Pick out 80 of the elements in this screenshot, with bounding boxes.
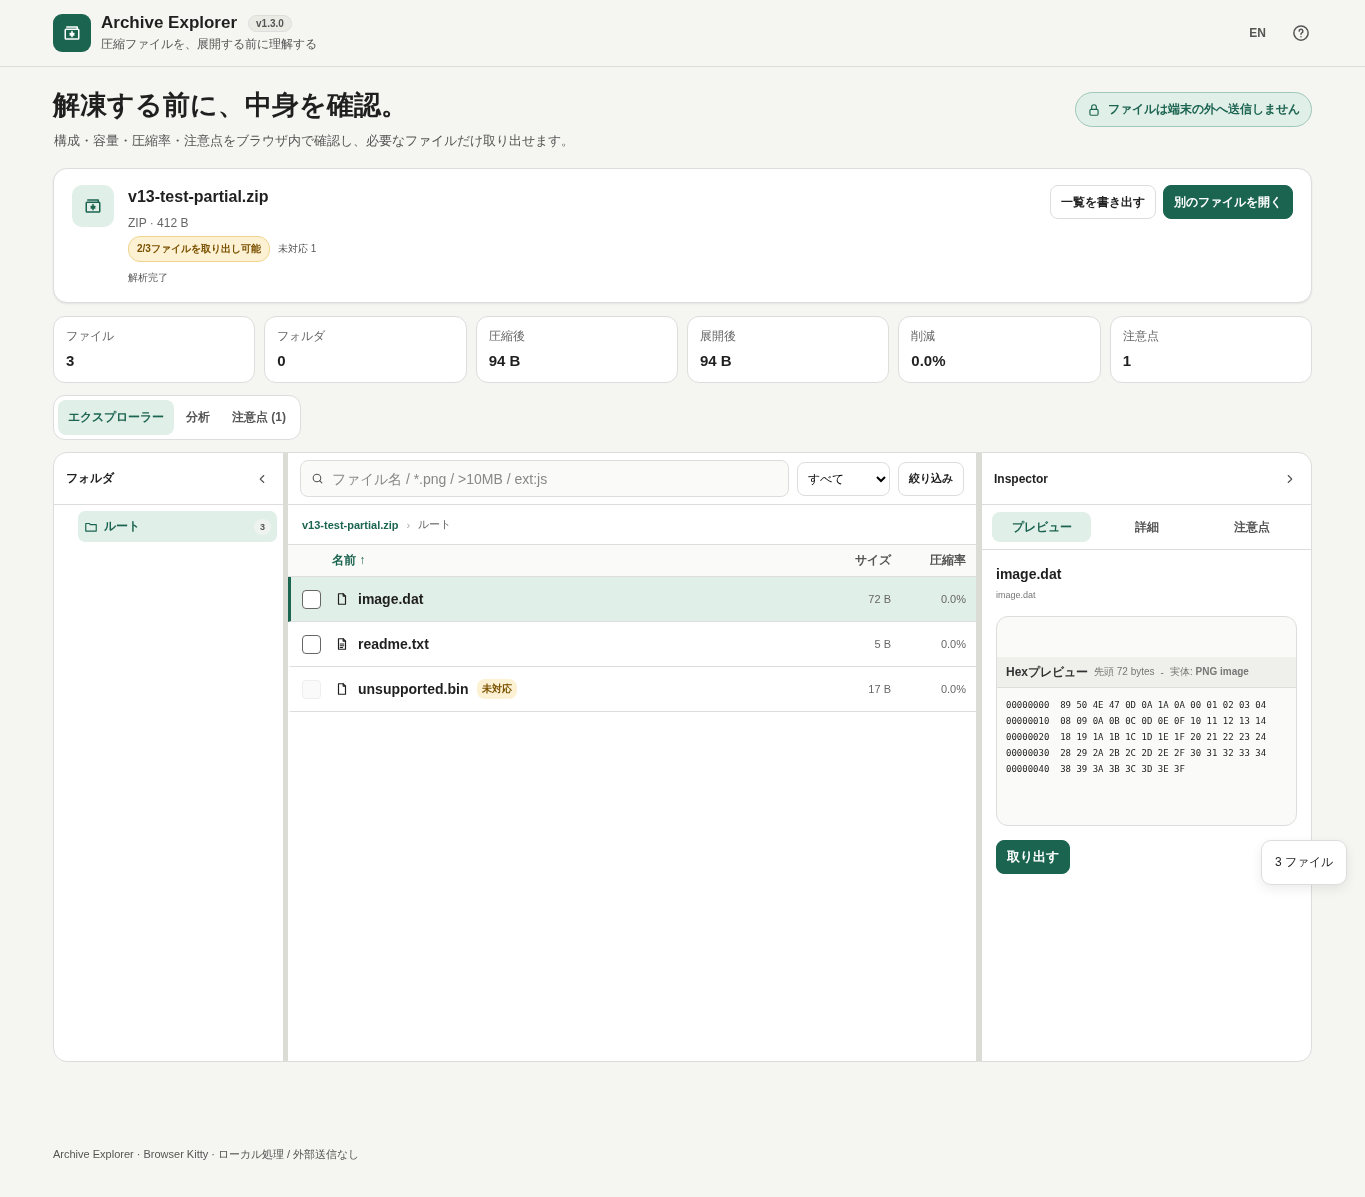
size-cell-text: 72 B xyxy=(867,593,891,605)
inspector-file-path: image.dat xyxy=(996,590,1037,600)
archive-meta: ZIP · 412 B xyxy=(128,216,190,230)
ratio-cell-text: 0.0% xyxy=(939,638,966,650)
folder-count: 3 xyxy=(254,518,271,535)
breadcrumb-separator: › xyxy=(406,518,411,531)
privacy-badge: ファイルは端末の外へ送信しません xyxy=(1075,92,1312,127)
file-name: image.dat xyxy=(358,591,424,607)
column-header[interactable]: サイズ xyxy=(801,552,891,569)
hex-line: 00000030 28 29 2A 2B 2C 2D 2E 2F 30 31 32 33 34 xyxy=(1006,747,1267,760)
view-tab[interactable]: エクスプローラー xyxy=(58,400,174,435)
search-field[interactable]: ファイル名 / *.png / >10MB / ext:js xyxy=(300,460,789,497)
inspector-file-name: image.dat xyxy=(996,566,1063,582)
file-icon xyxy=(335,592,349,606)
archive-name: v13-test-partial.zip xyxy=(128,188,270,206)
stat-label: ファイル xyxy=(66,328,115,345)
size-cell-text: 5 B xyxy=(873,638,891,650)
extract-button[interactable]: 取り出す xyxy=(996,840,1070,874)
extractable-badge: 2/3ファイルを取り出し可能 xyxy=(128,236,270,262)
hex-line: 00000010 08 09 0A 0B 0C 0D 0E 0F 10 11 12 13 14 xyxy=(1006,715,1267,728)
inspector-tab[interactable]: 注意点 xyxy=(1202,512,1301,542)
stat-label: 注意点 xyxy=(1122,328,1160,345)
view-tab[interactable]: 注意点 (1) xyxy=(222,400,296,435)
column-header[interactable]: 名前 ↑ xyxy=(332,552,801,569)
row-checkbox[interactable] xyxy=(302,634,321,654)
inspector-tab[interactable]: 詳細 xyxy=(1097,512,1196,542)
archive-box-icon xyxy=(84,197,102,215)
export-list-button[interactable]: 一覧を書き出す xyxy=(1050,185,1156,219)
stat-value: 94 B xyxy=(488,352,522,369)
file-row[interactable]: image.dat 72 B 0.0% xyxy=(288,577,976,622)
app-title: Archive Explorer xyxy=(101,13,238,33)
file-name: unsupported.bin xyxy=(358,681,469,697)
file-icon xyxy=(335,682,349,696)
help-icon xyxy=(1292,24,1310,42)
stat-value: 0 xyxy=(277,352,287,369)
text-file-icon xyxy=(335,637,349,651)
filter-button[interactable]: 絞り込み xyxy=(898,461,964,496)
stat-label: 展開後 xyxy=(700,328,737,345)
breadcrumb-link[interactable]: v13-test-partial.zip xyxy=(302,518,399,531)
file-name: readme.txt xyxy=(358,636,429,652)
open-file-button[interactable]: 別のファイルを開く xyxy=(1163,185,1293,219)
stat-label: フォルダ xyxy=(277,328,327,345)
language-button[interactable]: EN xyxy=(1243,25,1272,41)
stat-value: 94 B xyxy=(700,352,733,369)
hex-line: 00000000 89 50 4E 47 0D 0A 1A 0A 00 01 02 03 04 xyxy=(1006,699,1267,712)
inspector-tab[interactable]: プレビュー xyxy=(992,512,1091,542)
selection-count-popup: 3 ファイル xyxy=(1261,840,1347,885)
hex-line: 00000040 38 39 3A 3B 3C 3D 3E 3F xyxy=(1006,763,1185,776)
version-badge: v1.3.0 xyxy=(248,14,292,32)
footer-text: Archive Explorer · Browser Kitty · ローカル処理 / 外部送信なし xyxy=(53,1147,360,1162)
stat-value: 0.0% xyxy=(911,352,947,369)
hex-label: Hexプレビュー xyxy=(1006,663,1088,681)
column-header[interactable]: 圧縮率 xyxy=(891,552,966,569)
breadcrumb-current: ルート xyxy=(418,517,452,532)
inspector-title: Inspector xyxy=(994,471,1048,486)
ratio-cell-text: 0.0% xyxy=(939,683,966,695)
hex-file-type: 実体: PNG image xyxy=(1169,665,1249,679)
unsupported-badge: 未対応 xyxy=(477,679,518,699)
help-button[interactable] xyxy=(1290,22,1312,44)
size-cell-text: 17 B xyxy=(867,683,891,695)
hex-separator: - xyxy=(1160,666,1164,678)
folder-pane-title: フォルダ xyxy=(66,470,114,487)
stat-label: 削減 xyxy=(911,328,937,345)
stat-label: 圧縮後 xyxy=(488,328,526,345)
page-heading: 解凍する前に、中身を確認。 xyxy=(53,89,409,122)
analysis-status: 解析完了 xyxy=(128,271,169,285)
hex-line: 00000020 18 19 1A 1B 1C 1D 1E 1F 20 21 22 23 24 xyxy=(1006,731,1267,744)
row-checkbox[interactable] xyxy=(302,589,321,609)
folder-item[interactable]: ルート 3 xyxy=(78,511,277,542)
hex-byte-count: 先頭 72 bytes xyxy=(1094,665,1155,679)
archive-box-icon xyxy=(63,24,81,42)
stat-value: 3 xyxy=(66,352,76,369)
page-description: 構成・容量・圧縮率・注意点をブラウザ内で確認し、必要なファイルだけ取り出せます。 xyxy=(54,132,574,150)
unsupported-count: 未対応 1 xyxy=(277,242,317,256)
app-subtitle: 圧縮ファイルを、展開する前に理解する xyxy=(101,36,317,53)
ratio-cell-text: 0.0% xyxy=(939,593,966,605)
stat-value: 1 xyxy=(1122,352,1132,369)
lock-icon xyxy=(1087,102,1101,117)
filter-select[interactable]: すべて xyxy=(797,461,890,496)
view-tab[interactable]: 分析 xyxy=(176,400,220,435)
